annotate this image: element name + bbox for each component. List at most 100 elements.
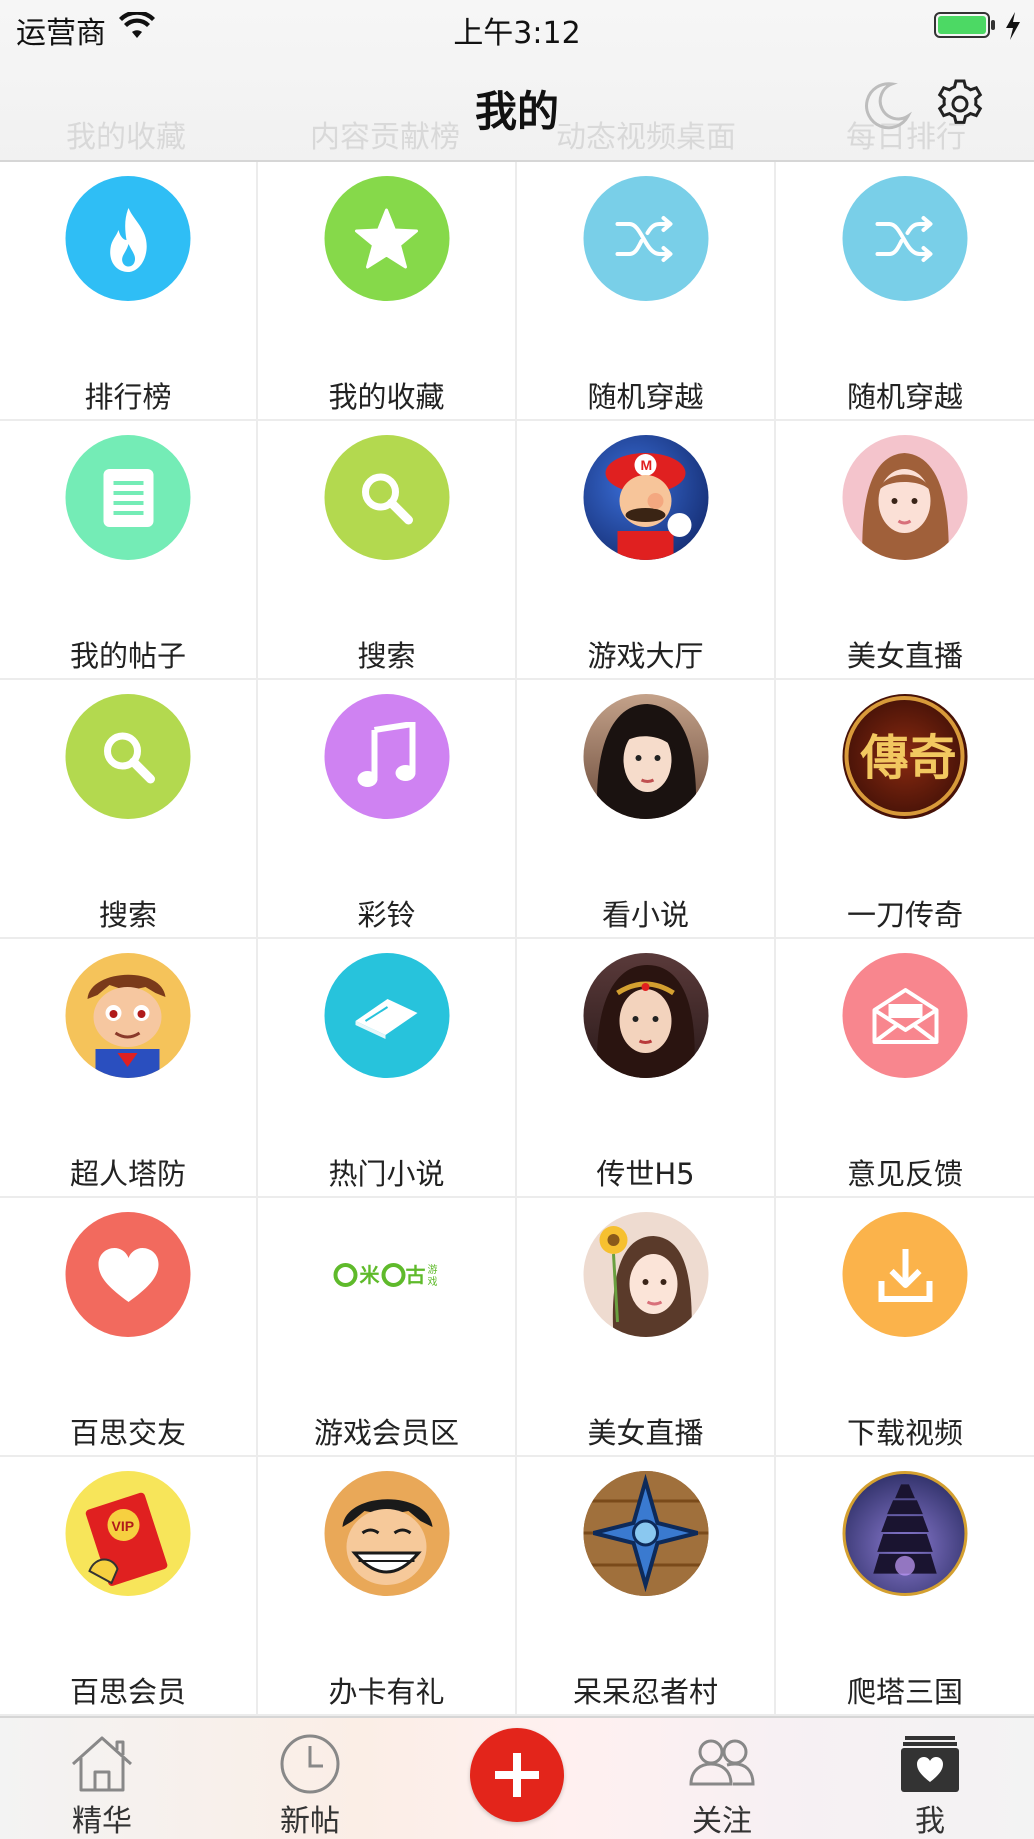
- girl-flower-icon: [583, 1212, 708, 1337]
- shuffle-icon: [842, 176, 968, 301]
- tab-following[interactable]: 关注: [662, 1718, 782, 1839]
- grid-item-feedback[interactable]: 意见反馈: [776, 939, 1034, 1198]
- luffy-avatar-icon: [324, 1471, 449, 1596]
- mail-icon: [842, 953, 968, 1078]
- grid-item-search[interactable]: 搜索: [0, 680, 258, 939]
- tab-me[interactable]: 我: [870, 1718, 990, 1839]
- grid-item-search[interactable]: 搜索: [258, 421, 517, 680]
- flame-icon: [65, 176, 191, 301]
- grid-item-game-hall[interactable]: M 游戏大厅: [517, 421, 776, 680]
- girl-avatar-icon: [842, 435, 968, 560]
- grid-item-label: 下载视频: [846, 1416, 963, 1450]
- grid-item-label: 传世H5: [596, 1157, 695, 1191]
- publish-button[interactable]: [470, 1728, 564, 1822]
- tab-label: 新帖: [280, 1804, 340, 1839]
- charging-icon: [1006, 12, 1020, 40]
- tab-new-posts[interactable]: 新帖: [250, 1718, 370, 1839]
- grid-item-random-travel[interactable]: 随机穿越: [517, 162, 776, 421]
- grid-item-card-gift[interactable]: 办卡有礼: [258, 1457, 517, 1716]
- grid-item-my-posts[interactable]: 我的帖子: [0, 421, 258, 680]
- grid-item-label: 美女直播: [587, 1416, 704, 1450]
- grid-item-hot-novels[interactable]: 热门小说: [258, 939, 517, 1198]
- settings-gear-icon[interactable]: [934, 78, 986, 130]
- grid-item-label: 随机穿越: [587, 380, 704, 414]
- download-icon: [842, 1212, 968, 1337]
- svg-text:古: 古: [406, 1263, 426, 1287]
- grid-item-label: 美女直播: [846, 639, 963, 673]
- tab-label: 精华: [72, 1804, 132, 1839]
- svg-text:VIP: VIP: [112, 1518, 135, 1534]
- battery-icon: [934, 12, 995, 38]
- music-note-icon: [324, 694, 449, 819]
- grid-item-baisi-member[interactable]: VIP 百思会员: [0, 1457, 258, 1716]
- mario-avatar-icon: M: [583, 435, 708, 560]
- document-icon: [65, 435, 191, 560]
- grid-item-tower-three-kingdoms[interactable]: 爬塔三国: [776, 1457, 1034, 1716]
- lady-portrait-icon: [583, 694, 708, 819]
- grid-item-leaderboard[interactable]: 排行榜: [0, 162, 258, 421]
- menu-grid: 排行榜 我的收藏 随机穿越 随机穿越 我的帖子 搜索 M 游戏大厅 美女直播 搜…: [0, 162, 1034, 1716]
- grid-item-label: 游戏会员区: [313, 1416, 459, 1450]
- status-bar: 运营商 上午3:12: [0, 0, 1034, 52]
- heart-icon: [65, 1212, 191, 1337]
- grid-item-label: 排行榜: [84, 380, 172, 414]
- grid-item-label: 热门小说: [328, 1157, 445, 1191]
- star-icon: [324, 176, 449, 301]
- migu-logo-icon: 米 古 游 戏: [324, 1212, 449, 1337]
- grid-item-label: 超人塔防: [69, 1157, 186, 1191]
- vip-envelope-icon: VIP: [65, 1471, 191, 1596]
- top-bar: 运营商 上午3:12 我的收藏 内容贡献榜 动态视频桌面 每日排行 我的: [0, 0, 1034, 162]
- search-icon: [65, 694, 191, 819]
- grid-item-label: 看小说: [601, 898, 689, 932]
- grid-item-label: 我的收藏: [328, 380, 445, 414]
- grid-item-label: 百思会员: [69, 1675, 186, 1709]
- grid-item-beauty-live[interactable]: 美女直播: [776, 421, 1034, 680]
- people-icon: [689, 1739, 755, 1786]
- svg-text:M: M: [640, 457, 652, 473]
- legend-logo-icon: 傳奇: [842, 694, 968, 819]
- grid-item-label: 搜索: [98, 898, 157, 932]
- status-time: 上午3:12: [453, 16, 581, 51]
- grid-item-read-novel[interactable]: 看小说: [517, 680, 776, 939]
- grid-item-my-favorites[interactable]: 我的收藏: [258, 162, 517, 421]
- grid-item-label: 一刀传奇: [846, 898, 963, 932]
- grid-item-ringtone[interactable]: 彩铃: [258, 680, 517, 939]
- tab-label: 关注: [692, 1804, 752, 1839]
- tab-label: 我: [915, 1804, 945, 1839]
- superman-kid-icon: [65, 953, 191, 1078]
- grid-item-dating[interactable]: 百思交友: [0, 1198, 258, 1457]
- grid-item-superman-td[interactable]: 超人塔防: [0, 939, 258, 1198]
- home-icon: [71, 1736, 133, 1792]
- search-icon: [324, 435, 449, 560]
- bottom-tab-bar: 精华 新帖 关注 我: [0, 1716, 1034, 1839]
- grid-item-label: 彩铃: [357, 898, 416, 932]
- grid-item-legend-game[interactable]: 傳奇 一刀传奇: [776, 680, 1034, 939]
- tab-featured[interactable]: 精华: [42, 1718, 162, 1839]
- grid-item-label: 呆呆忍者村: [572, 1675, 718, 1709]
- night-mode-moon-icon[interactable]: [862, 80, 912, 130]
- grid-item-game-vip-zone[interactable]: 米 古 游 戏 游戏会员区: [258, 1198, 517, 1457]
- svg-text:米: 米: [360, 1263, 381, 1287]
- svg-text:游: 游: [428, 1263, 438, 1276]
- grid-item-chuanshi-h5[interactable]: 传世H5: [517, 939, 776, 1198]
- shuriken-icon: [583, 1471, 708, 1596]
- clock-icon: [280, 1734, 340, 1794]
- grid-item-download-video[interactable]: 下载视频: [776, 1198, 1034, 1457]
- book-icon: [324, 953, 449, 1078]
- grid-item-label: 爬塔三国: [846, 1675, 963, 1709]
- grid-item-ninja-village[interactable]: 呆呆忍者村: [517, 1457, 776, 1716]
- grid-item-label: 游戏大厅: [587, 639, 704, 673]
- grid-item-label: 百思交友: [69, 1416, 186, 1450]
- grid-item-label: 意见反馈: [846, 1157, 963, 1191]
- svg-text:戏: 戏: [428, 1276, 438, 1288]
- grid-item-label: 搜索: [357, 639, 416, 673]
- warrior-girl-icon: [583, 953, 708, 1078]
- svg-text:傳奇: 傳奇: [860, 730, 957, 786]
- grid-item-label: 我的帖子: [69, 639, 186, 673]
- grid-item-label: 办卡有礼: [328, 1675, 445, 1709]
- shuffle-icon: [583, 176, 708, 301]
- grid-item-random-travel[interactable]: 随机穿越: [776, 162, 1034, 421]
- screen: 运营商 上午3:12 我的收藏 内容贡献榜 动态视频桌面 每日排行 我的 排行榜…: [0, 0, 1034, 1839]
- tower-icon: [842, 1471, 968, 1596]
- grid-item-beauty-live[interactable]: 美女直播: [517, 1198, 776, 1457]
